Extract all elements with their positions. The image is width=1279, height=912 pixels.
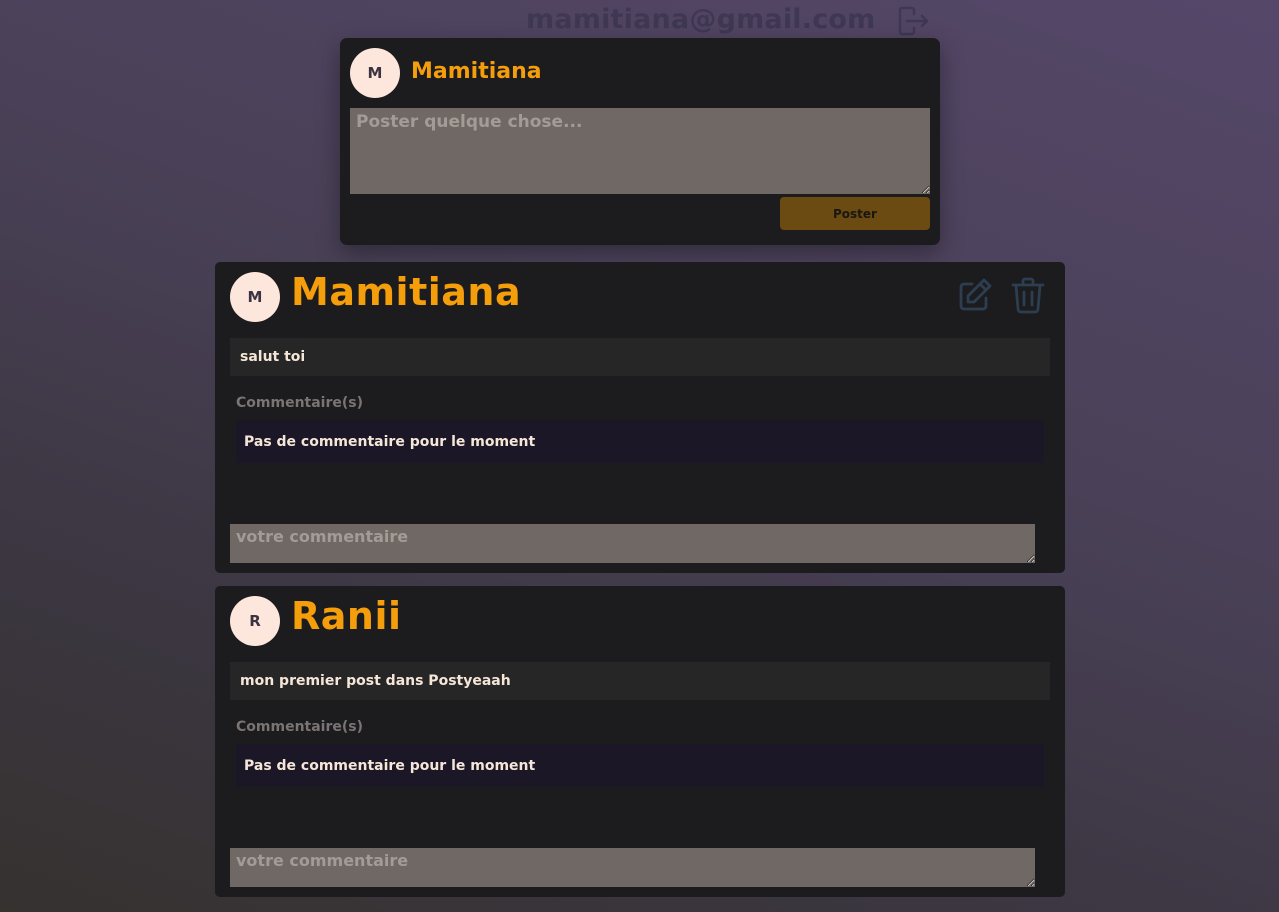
edit-icon[interactable]: [956, 276, 994, 314]
post-content: salut toi: [230, 338, 1050, 376]
comments-title: Commentaire(s): [236, 395, 363, 411]
avatar: M: [230, 272, 280, 322]
post-button[interactable]: Poster: [780, 197, 930, 230]
no-comments-message: Pas de commentaire pour le moment: [236, 744, 1044, 787]
post-composer: M Mamitiana Poster: [340, 38, 940, 245]
post-input[interactable]: [350, 108, 930, 194]
user-email: mamitiana@gmail.com: [526, 4, 876, 35]
post-content: mon premier post dans Postyeaah: [230, 662, 1050, 700]
trash-icon[interactable]: [1010, 276, 1046, 314]
no-comments-message: Pas de commentaire pour le moment: [236, 420, 1044, 463]
composer-username: Mamitiana: [411, 59, 542, 84]
post-card: M Mamitiana salut toi Commentaire(s) Pas…: [215, 262, 1065, 573]
post-author: Mamitiana: [291, 270, 522, 314]
post-card: R Ranii mon premier post dans Postyeaah …: [215, 586, 1065, 897]
comment-input[interactable]: [230, 524, 1035, 563]
logout-icon[interactable]: [897, 6, 929, 36]
post-author: Ranii: [291, 594, 402, 638]
avatar: M: [350, 48, 400, 98]
top-bar: mamitiana@gmail.com: [0, 0, 1279, 40]
comment-input[interactable]: [230, 848, 1035, 887]
avatar: R: [230, 596, 280, 646]
comments-title: Commentaire(s): [236, 719, 363, 735]
